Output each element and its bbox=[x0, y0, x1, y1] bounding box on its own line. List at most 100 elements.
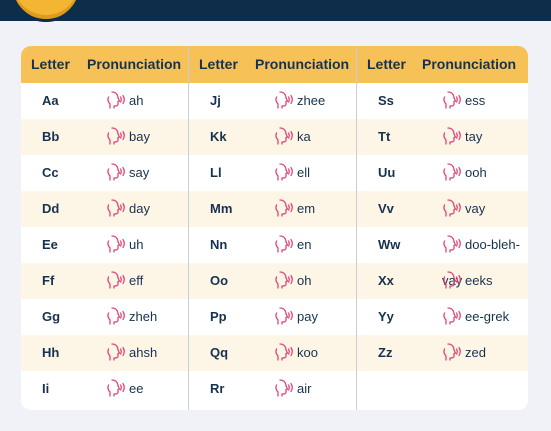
pronunciation-text: ell bbox=[297, 165, 311, 180]
speaking-head-icon[interactable] bbox=[274, 127, 295, 145]
pronunciation-cell: en bbox=[274, 227, 311, 263]
pronunciation-cell: ka bbox=[274, 119, 311, 155]
speaking-head-icon[interactable] bbox=[442, 343, 463, 361]
speaking-head-icon[interactable] bbox=[442, 235, 463, 253]
pronunciation-cell: ell bbox=[274, 155, 310, 191]
speaking-head-icon[interactable] bbox=[442, 199, 463, 217]
letter-cell: Ll bbox=[210, 165, 222, 180]
speaking-head-icon[interactable] bbox=[106, 91, 127, 109]
pronunciation-text: bay bbox=[129, 129, 150, 144]
pronunciation-text: day bbox=[129, 201, 150, 216]
pronunciation-header-3: Pronunciation bbox=[422, 56, 517, 72]
pronunciation-cell: eeks bbox=[442, 263, 492, 299]
speaking-head-icon[interactable] bbox=[106, 343, 127, 361]
column-divider-1 bbox=[188, 46, 189, 410]
pronunciation-cell: ess bbox=[442, 83, 485, 119]
pronunciation-cell: pay bbox=[274, 299, 318, 335]
letter-header-2: Letter bbox=[199, 56, 238, 72]
pronunciation-cell: ooh bbox=[442, 155, 487, 191]
letter-cell: Qq bbox=[210, 345, 229, 360]
pronunciation-cell: doo-bleh-vay bbox=[442, 227, 528, 288]
pronunciation-text: ka bbox=[297, 129, 311, 144]
letter-cell: Rr bbox=[210, 381, 225, 396]
speaking-head-icon[interactable] bbox=[274, 91, 295, 109]
pronunciation-cell: zhee bbox=[274, 83, 325, 119]
speaking-head-icon[interactable] bbox=[106, 163, 127, 181]
pronunciation-header-1: Pronunciation bbox=[87, 56, 182, 72]
letter-cell: Ss bbox=[378, 93, 394, 108]
pronunciation-cell: zed bbox=[442, 335, 486, 371]
pronunciation-cell: tay bbox=[442, 119, 482, 155]
letter-cell: Ww bbox=[378, 237, 401, 252]
speaking-head-icon[interactable] bbox=[442, 163, 463, 181]
speaking-head-icon[interactable] bbox=[106, 379, 127, 397]
pronunciation-cell: oh bbox=[274, 263, 311, 299]
letter-cell: Yy bbox=[378, 309, 394, 324]
letter-cell: Xx bbox=[378, 273, 394, 288]
table-header: Letter Pronunciation Letter Pronunciatio… bbox=[21, 46, 528, 83]
speaking-head-icon[interactable] bbox=[106, 127, 127, 145]
letter-cell: Jj bbox=[210, 93, 221, 108]
letter-header-1: Letter bbox=[31, 56, 70, 72]
letter-cell: Uu bbox=[378, 165, 396, 180]
pronunciation-cell: uh bbox=[106, 227, 143, 263]
letter-cell: Mm bbox=[210, 201, 233, 216]
pronunciation-cell: em bbox=[274, 191, 315, 227]
speaking-head-icon[interactable] bbox=[106, 307, 127, 325]
letter-cell: Nn bbox=[210, 237, 228, 252]
speaking-head-icon[interactable] bbox=[274, 307, 295, 325]
pronunciation-text: koo bbox=[297, 345, 318, 360]
speaking-head-icon[interactable] bbox=[442, 127, 463, 145]
letter-cell: Cc bbox=[42, 165, 59, 180]
speaking-head-icon[interactable] bbox=[274, 199, 295, 217]
pronunciation-cell: koo bbox=[274, 335, 318, 371]
pronunciation-text: say bbox=[129, 165, 150, 180]
pronunciation-text: uh bbox=[129, 237, 144, 252]
pronunciation-text: ooh bbox=[465, 165, 487, 180]
pronunciation-text: ess bbox=[465, 93, 486, 108]
pronunciation-table: Letter Pronunciation Letter Pronunciatio… bbox=[21, 46, 528, 410]
pronunciation-text: zhee bbox=[297, 93, 326, 108]
letter-cell: Ee bbox=[42, 237, 58, 252]
pronunciation-cell: bay bbox=[106, 119, 150, 155]
speaking-head-icon[interactable] bbox=[274, 271, 295, 289]
pronunciation-text: ahsh bbox=[129, 345, 158, 360]
pronunciation-text: ah bbox=[129, 93, 144, 108]
pronunciation-cell: zheh bbox=[106, 299, 157, 335]
speaking-head-icon[interactable] bbox=[442, 91, 463, 109]
speaking-head-icon[interactable] bbox=[442, 271, 463, 289]
pronunciation-text: eeks bbox=[465, 273, 493, 288]
letter-cell: Gg bbox=[42, 309, 61, 324]
pronunciation-cell: ahsh bbox=[106, 335, 157, 371]
letter-cell: Kk bbox=[210, 129, 227, 144]
pronunciation-text: em bbox=[297, 201, 316, 216]
letter-header-3: Letter bbox=[367, 56, 406, 72]
letter-cell: Oo bbox=[210, 273, 229, 288]
speaking-head-icon[interactable] bbox=[274, 379, 295, 397]
speaking-head-icon[interactable] bbox=[274, 343, 295, 361]
speaking-head-icon[interactable] bbox=[274, 163, 295, 181]
pronunciation-cell: ee bbox=[106, 371, 143, 407]
pronunciation-cell: vay bbox=[442, 191, 485, 227]
letter-cell: Vv bbox=[378, 201, 394, 216]
pronunciation-cell: ah bbox=[106, 83, 143, 119]
speaking-head-icon[interactable] bbox=[106, 235, 127, 253]
letter-cell: Hh bbox=[42, 345, 60, 360]
pronunciation-text: tay bbox=[465, 129, 483, 144]
speaking-head-icon[interactable] bbox=[106, 199, 127, 217]
pronunciation-text: zheh bbox=[129, 309, 158, 324]
pronunciation-text: eff bbox=[129, 273, 144, 288]
pronunciation-text: ee-grek bbox=[465, 309, 510, 324]
speaking-head-icon[interactable] bbox=[106, 271, 127, 289]
pronunciation-cell: say bbox=[106, 155, 149, 191]
speaking-head-icon[interactable] bbox=[274, 235, 295, 253]
letter-cell: Ff bbox=[42, 273, 55, 288]
pronunciation-cell: day bbox=[106, 191, 150, 227]
speaking-head-icon[interactable] bbox=[442, 307, 463, 325]
pronunciation-text: oh bbox=[297, 273, 312, 288]
letter-cell: Ii bbox=[42, 381, 50, 396]
letter-cell: Zz bbox=[378, 345, 393, 360]
letter-cell: Bb bbox=[42, 129, 60, 144]
pronunciation-cell: eff bbox=[106, 263, 143, 299]
column-divider-2 bbox=[356, 46, 357, 410]
